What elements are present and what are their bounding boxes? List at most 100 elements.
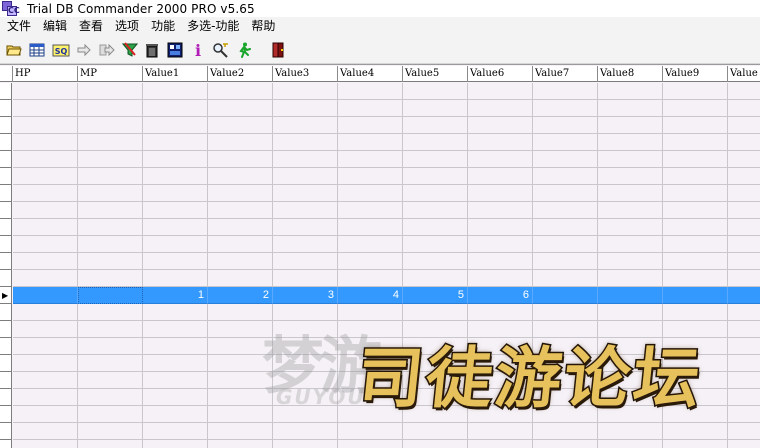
table-cell[interactable] [468,236,533,253]
table-cell[interactable] [143,168,208,185]
table-cell[interactable] [13,83,78,100]
table-cell[interactable] [663,151,728,168]
table-cell[interactable]: 5 [403,287,468,304]
table-row[interactable] [0,355,760,372]
row-indicator[interactable] [0,440,12,448]
table-cell[interactable] [143,355,208,372]
table-cell[interactable] [598,440,663,448]
table-cell[interactable] [143,270,208,287]
table-cell[interactable] [208,372,273,389]
table-cell[interactable] [598,338,663,355]
table-cell[interactable] [728,236,760,253]
table-cell[interactable] [13,287,78,304]
table-cell[interactable] [338,219,403,236]
table-row[interactable] [0,338,760,355]
table-cell[interactable] [78,440,143,448]
row-indicator[interactable] [0,304,12,321]
column-header[interactable]: Value7 [533,66,598,82]
table-cell[interactable] [273,389,338,406]
table-cell[interactable] [78,219,143,236]
table-cell[interactable] [468,304,533,321]
table-cell[interactable] [598,287,663,304]
table-cell[interactable] [598,117,663,134]
table-cell[interactable] [78,270,143,287]
table-cell[interactable] [273,355,338,372]
table-cell[interactable] [13,202,78,219]
table-cell[interactable] [598,185,663,202]
table-row[interactable] [0,321,760,338]
table-cell[interactable] [338,202,403,219]
table-cell[interactable] [533,440,598,448]
table-cell[interactable] [468,372,533,389]
table-cell[interactable] [143,100,208,117]
table-cell[interactable] [598,236,663,253]
open-folder-icon[interactable] [4,41,24,59]
row-indicator[interactable] [0,219,12,236]
table-cell[interactable] [728,134,760,151]
table-cell[interactable] [728,406,760,423]
table-cell[interactable] [208,100,273,117]
table-cell[interactable] [338,389,403,406]
table-cell[interactable] [338,321,403,338]
table-cell[interactable] [728,423,760,440]
table-cell[interactable] [273,304,338,321]
table-cell[interactable] [533,202,598,219]
table-cell[interactable] [728,304,760,321]
table-row[interactable] [0,253,760,270]
row-indicator[interactable] [0,83,12,100]
sql-query-icon[interactable]: SQ [51,41,71,59]
table-cell[interactable] [598,202,663,219]
table-cell[interactable] [468,134,533,151]
row-indicator[interactable] [0,423,12,440]
table-cell[interactable] [338,134,403,151]
table-cell[interactable] [13,185,78,202]
table-cell[interactable] [13,338,78,355]
table-cell[interactable] [143,321,208,338]
table-cell[interactable] [728,389,760,406]
search-key-icon[interactable] [211,41,231,59]
row-indicator[interactable] [0,389,12,406]
table-cell[interactable] [208,389,273,406]
table-cell[interactable] [273,168,338,185]
column-header[interactable]: Value1 [143,66,208,82]
table-cell[interactable] [143,83,208,100]
menu-view[interactable]: 查看 [73,17,109,36]
table-cell[interactable] [208,423,273,440]
table-cell[interactable] [273,372,338,389]
table-cell[interactable] [598,355,663,372]
row-indicator[interactable] [0,185,12,202]
table-cell[interactable] [663,219,728,236]
table-row[interactable] [0,440,760,448]
row-indicator[interactable] [0,202,12,219]
table-cell[interactable] [338,100,403,117]
table-cell[interactable] [208,253,273,270]
table-cell[interactable] [13,440,78,448]
table-cell[interactable] [143,372,208,389]
exit-door-icon[interactable] [268,41,288,59]
database-image-icon[interactable] [165,41,185,59]
menu-edit[interactable]: 编辑 [37,17,73,36]
column-header[interactable]: Value5 [403,66,468,82]
table-cell[interactable] [273,83,338,100]
table-cell[interactable] [598,83,663,100]
table-cell[interactable] [338,423,403,440]
table-cell[interactable] [403,185,468,202]
column-header[interactable]: Value6 [468,66,533,82]
table-cell[interactable] [468,406,533,423]
table-cell[interactable] [468,423,533,440]
table-cell[interactable] [78,168,143,185]
table-cell[interactable] [728,440,760,448]
table-cell[interactable] [663,253,728,270]
table-cell[interactable] [143,117,208,134]
table-cell[interactable] [78,372,143,389]
export-arrow-icon[interactable] [97,41,117,59]
table-cell[interactable] [663,338,728,355]
table-cell[interactable] [78,117,143,134]
table-cell[interactable] [13,270,78,287]
arrow-right-icon[interactable] [74,41,94,59]
menu-multi-select-functions[interactable]: 多选-功能 [181,17,245,36]
row-indicator[interactable] [0,253,12,270]
table-cell[interactable] [728,202,760,219]
table-cell[interactable] [338,406,403,423]
table-cell[interactable] [208,321,273,338]
